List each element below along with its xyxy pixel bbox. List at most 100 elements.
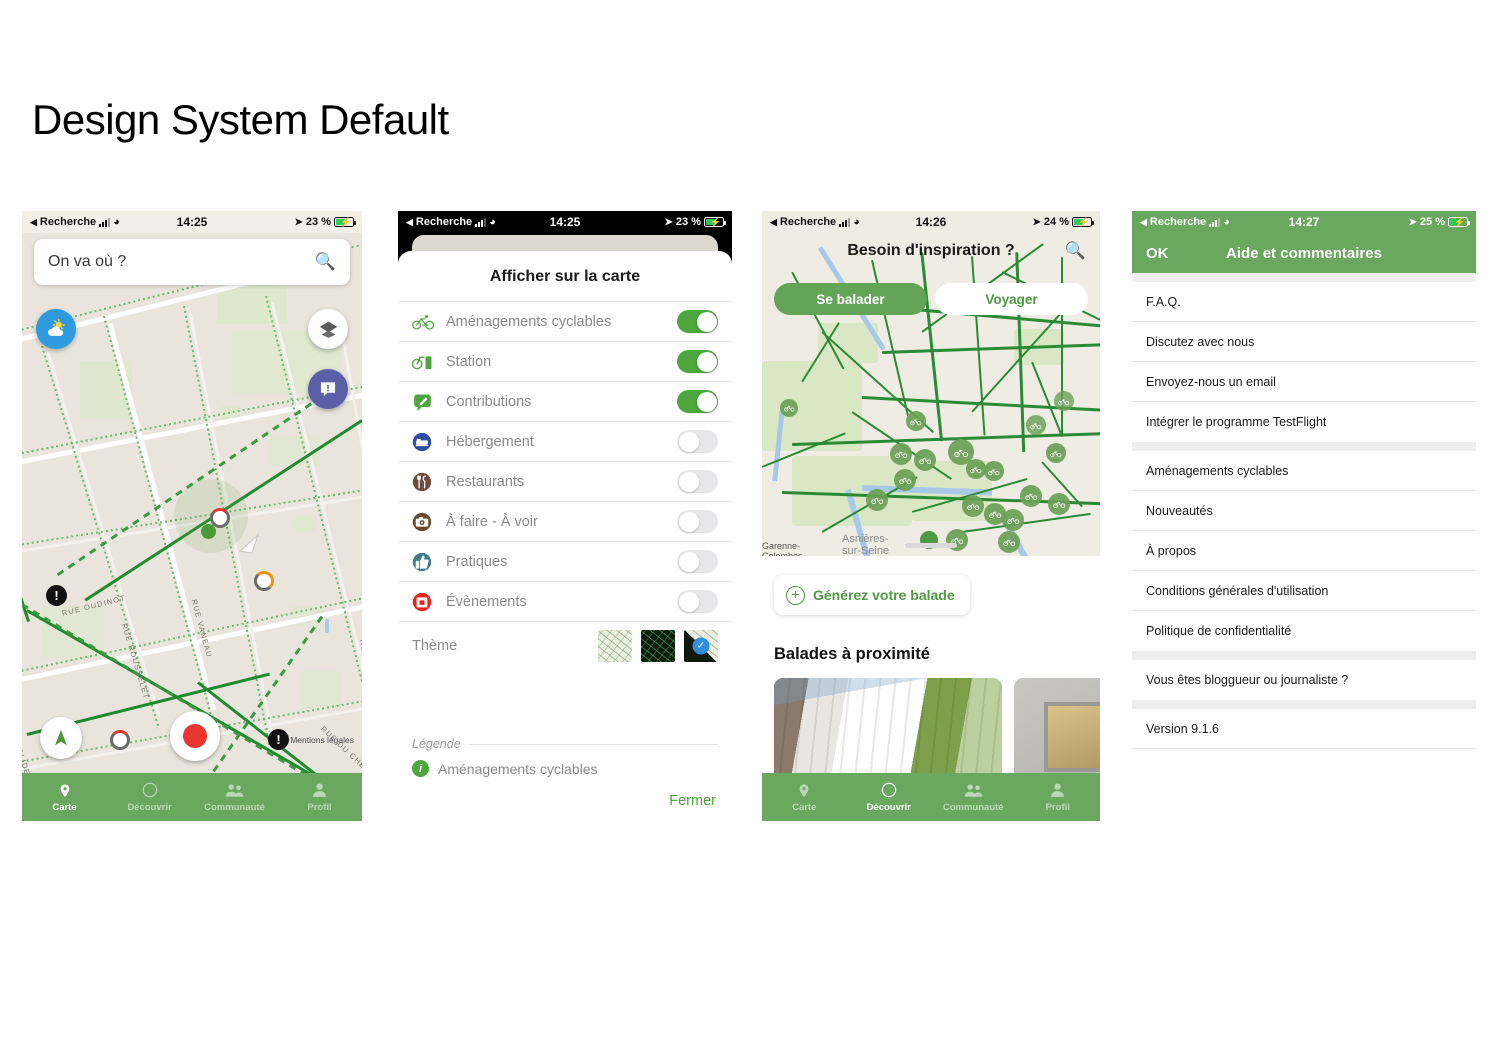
layer-label: Pratiques (446, 553, 508, 570)
layer-row-evenements[interactable]: Évènements (398, 581, 732, 621)
tab-label: Découvrir (866, 801, 911, 813)
map-place-label: Garenne- (762, 541, 801, 551)
phone-screen-layers-sheet: ◀ Recherche ◕ 14:25 ➤ 23 % ⚡ Afficher su… (398, 211, 732, 821)
map-place-label: Asnières- (842, 533, 889, 545)
theme-dark-thumbnail[interactable] (641, 629, 675, 662)
layer-toggle[interactable] (677, 470, 718, 493)
layer-toggle[interactable] (677, 510, 718, 533)
layer-row-pratiques[interactable]: Pratiques (398, 541, 732, 581)
bike-cluster-marker[interactable] (890, 443, 912, 465)
help-row-email[interactable]: Envoyez-nous un email (1132, 362, 1476, 402)
layer-label: Aménagements cyclables (446, 313, 612, 330)
layer-toggle[interactable] (677, 430, 718, 453)
layer-toggle[interactable] (677, 350, 718, 373)
layer-row-hebergement[interactable]: Hébergement (398, 421, 732, 461)
map-marker-contribution[interactable] (254, 571, 274, 591)
generate-balade-button[interactable]: + Générez votre balade (774, 575, 970, 615)
tab-communaute[interactable]: Communauté (931, 773, 1016, 821)
close-button[interactable]: Fermer (398, 777, 732, 809)
status-bar: ◀ Recherche ◕ 14:25 ➤ 23 % ⚡ (398, 211, 732, 233)
layer-row-restaurants[interactable]: Restaurants (398, 461, 732, 501)
balade-card[interactable] (1014, 678, 1100, 788)
bike-cluster-marker[interactable] (1046, 443, 1066, 463)
bike-cluster-marker[interactable] (780, 399, 798, 417)
tab-carte[interactable]: Carte (22, 773, 107, 821)
map-marker-report[interactable] (110, 730, 130, 750)
bike-cluster-marker[interactable] (894, 469, 916, 491)
map-marker-alert[interactable]: ! (268, 729, 289, 750)
tab-label: Découvrir (127, 801, 172, 813)
layer-toggle[interactable] (677, 590, 718, 613)
tab-profil[interactable]: Profil (1016, 773, 1101, 821)
help-row-amenagements[interactable]: Aménagements cyclables (1132, 451, 1476, 491)
search-input[interactable]: On va où ? (48, 253, 315, 271)
status-right: ➤ 23 % ⚡ (664, 216, 726, 228)
weather-button[interactable] (36, 309, 76, 349)
bike-cluster-marker[interactable] (1002, 509, 1024, 531)
help-row-blogger[interactable]: Vous êtes bloggueur ou journaliste ? (1132, 660, 1476, 700)
navigation-arrow-icon (55, 729, 67, 746)
balades-card-list[interactable] (774, 678, 1100, 788)
bike-cluster-marker[interactable] (962, 495, 984, 517)
search-bar[interactable]: On va où ? 🔍 (34, 239, 350, 285)
bike-cluster-marker[interactable] (1048, 493, 1070, 515)
layer-toggle[interactable] (677, 310, 718, 333)
help-row-chat[interactable]: Discutez avec nous (1132, 322, 1476, 362)
tab-communaute[interactable]: Communauté (192, 773, 277, 821)
balade-card[interactable] (774, 678, 1002, 788)
bike-cluster-marker[interactable] (1054, 391, 1074, 411)
layer-row-a-faire-a-voir[interactable]: À faire - À voir (398, 501, 732, 541)
carrier-label: Recherche (39, 216, 97, 228)
bike-cluster-marker[interactable] (1020, 485, 1042, 507)
layers-button[interactable] (308, 309, 348, 349)
person-icon (1050, 782, 1065, 799)
bike-cluster-marker[interactable] (914, 449, 936, 471)
map-marker-station[interactable] (201, 524, 216, 539)
legal-notice-link[interactable]: Mentions légales (290, 735, 354, 745)
theme-auto-thumbnail[interactable]: ✓ (684, 629, 718, 662)
bike-cluster-marker[interactable] (866, 489, 888, 511)
compass-icon (881, 782, 897, 799)
bike-cluster-marker[interactable] (966, 459, 986, 479)
segment-voyager[interactable]: Voyager (935, 283, 1088, 315)
theme-light-thumbnail[interactable] (598, 629, 632, 662)
location-arrow-icon: ➤ (664, 216, 673, 228)
ok-button[interactable]: OK (1146, 245, 1169, 262)
wifi-icon: ◕ (1223, 215, 1230, 228)
bike-station-icon (412, 353, 446, 370)
bike-cluster-marker[interactable] (998, 531, 1020, 553)
help-row-privacy[interactable]: Politique de confidentialité (1132, 611, 1476, 651)
help-row-version: Version 9.1.6 (1132, 709, 1476, 749)
bike-cluster-marker[interactable] (1026, 415, 1046, 435)
segment-se-balader[interactable]: Se balader (774, 283, 927, 315)
discover-title: Besoin d'inspiration ? (847, 242, 1015, 259)
tab-carte[interactable]: Carte (762, 773, 847, 821)
help-row-testflight[interactable]: Intégrer le programme TestFlight (1132, 402, 1476, 442)
record-button[interactable] (170, 711, 220, 761)
tab-decouvrir[interactable]: Découvrir (107, 773, 192, 821)
search-icon[interactable]: 🔍 (315, 252, 336, 272)
help-row-faq[interactable]: F.A.Q. (1132, 282, 1476, 322)
map-marker-alert[interactable]: ! (46, 585, 67, 606)
weather-sun-cloud-icon (48, 318, 65, 336)
bike-cluster-marker[interactable] (906, 411, 926, 431)
layer-toggle[interactable] (677, 550, 718, 573)
layer-row-contributions[interactable]: Contributions (398, 381, 732, 421)
search-icon[interactable]: 🔍 (1065, 241, 1086, 261)
layer-row-amenagements-cyclables[interactable]: Aménagements cyclables (398, 301, 732, 341)
tab-profil[interactable]: Profil (277, 773, 362, 821)
locate-button[interactable] (40, 717, 82, 759)
report-button[interactable] (308, 369, 348, 409)
bike-cluster-marker[interactable] (984, 461, 1004, 481)
layer-toggle[interactable] (677, 390, 718, 413)
report-alert-icon (320, 382, 336, 397)
tab-decouvrir[interactable]: Découvrir (847, 773, 932, 821)
help-row-cgu[interactable]: Conditions générales d'utilisation (1132, 571, 1476, 611)
sheet-grabber[interactable] (905, 543, 957, 548)
status-bar: ◀ Recherche ◕ 14:26 ➤ 24 % ⚡ (762, 211, 1100, 233)
tab-label: Profil (307, 801, 332, 813)
location-arrow-icon: ➤ (1032, 216, 1041, 228)
layer-row-station[interactable]: Station (398, 341, 732, 381)
help-row-a-propos[interactable]: À propos (1132, 531, 1476, 571)
help-row-nouveautes[interactable]: Nouveautés (1132, 491, 1476, 531)
